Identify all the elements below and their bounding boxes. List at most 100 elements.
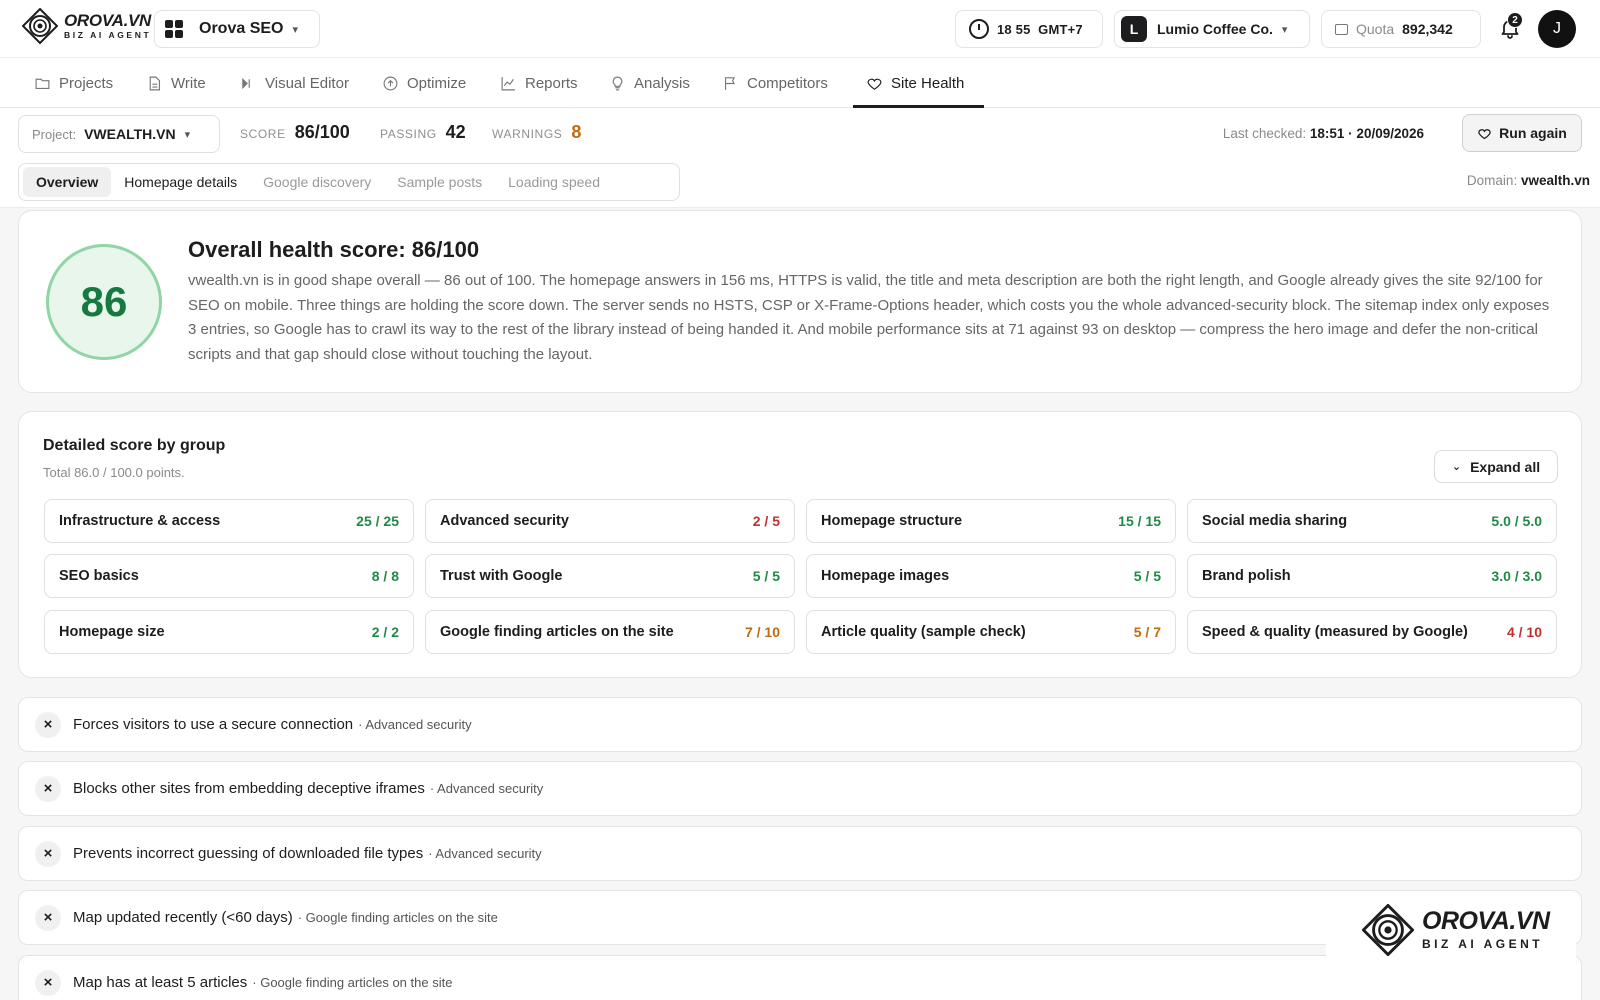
subtab-overview[interactable]: Overview	[23, 167, 112, 197]
group-score: 5.0 / 5.0	[1491, 513, 1542, 529]
subtab-homepage-details[interactable]: Homepage details	[111, 167, 250, 197]
group-brand-polish[interactable]: Brand polish 3.0 / 3.0	[1187, 554, 1557, 598]
group-advanced-security[interactable]: Advanced security 2 / 5	[425, 499, 795, 543]
run-again-button[interactable]: Run again	[1462, 114, 1582, 152]
group-name: Homepage size	[59, 624, 165, 640]
notification-count-badge: 2	[1507, 12, 1523, 28]
group-name: Social media sharing	[1202, 513, 1348, 529]
org-name: Lumio Coffee Co.	[1157, 21, 1273, 37]
check-group: · Google finding articles on the site	[252, 975, 453, 990]
top-bar: OROVA.VN BIZ AI AGENT Orova SEO ▾ 18 55 …	[0, 0, 1600, 58]
health-summary-card: 86 Overall health score: 86/100 vwealth.…	[18, 210, 1582, 393]
run-again-label: Run again	[1499, 125, 1567, 141]
subtab-google-discovery[interactable]: Google discovery	[250, 167, 384, 197]
nav-analysis[interactable]: Analysis	[609, 58, 690, 108]
check-group: · Advanced security	[358, 717, 472, 732]
orova-logo-icon	[1362, 904, 1414, 956]
group-homepage-size[interactable]: Homepage size 2 / 2	[44, 610, 414, 654]
brand-tagline: BIZ AI AGENT	[64, 30, 152, 41]
timezone-clock[interactable]: 18 55 GMT+7	[955, 10, 1103, 48]
group-homepage-structure[interactable]: Homepage structure 15 / 15	[806, 499, 1176, 543]
group-score: 8 / 8	[371, 568, 399, 584]
apps-grid-icon	[165, 20, 183, 38]
check-title: Map has at least 5 articles	[73, 974, 248, 991]
expand-all-label: Expand all	[1470, 458, 1541, 475]
group-social-sharing[interactable]: Social media sharing 5.0 / 5.0	[1187, 499, 1557, 543]
nav-site-health[interactable]: Site Health	[866, 58, 964, 108]
nav-competitors[interactable]: Competitors	[722, 58, 828, 108]
groups-title: Detailed score by group	[43, 437, 226, 454]
group-name: Advanced security	[440, 513, 569, 529]
group-score: 2 / 5	[752, 513, 780, 529]
close-icon: ×	[35, 969, 61, 996]
document-icon	[149, 76, 161, 90]
site-health-toolbar: Project: VWEALTH.VN ▾ SCORE 86/100 PASSI…	[0, 108, 1600, 208]
quota-value: 892,342	[1402, 21, 1453, 37]
last-checked-label: Last checked:	[1222, 126, 1307, 141]
warnings-label: WARNINGS	[492, 127, 563, 141]
chevron-down-icon: ▾	[292, 23, 299, 36]
group-scores-card: Detailed score by group Total 86.0 / 100…	[18, 411, 1582, 678]
quota-display[interactable]: Quota 892,342	[1321, 10, 1481, 48]
group-name: Trust with Google	[440, 568, 563, 584]
group-trust-google[interactable]: Trust with Google 5 / 5	[425, 554, 795, 598]
heart-icon	[867, 78, 882, 90]
group-homepage-images[interactable]: Homepage images 5 / 5	[806, 554, 1176, 598]
orova-logo-icon	[22, 8, 58, 44]
group-name: Homepage structure	[821, 513, 963, 529]
expand-all-button[interactable]: ⌄ Expand all	[1434, 450, 1558, 483]
failed-check-item[interactable]: × Prevents incorrect guessing of downloa…	[18, 826, 1582, 881]
chevron-down-icon: ⌄	[1451, 461, 1462, 473]
check-group: · Advanced security	[428, 846, 542, 861]
group-name: Article quality (sample check)	[821, 624, 1026, 640]
group-google-finding-articles[interactable]: Google finding articles on the site 7 / …	[425, 610, 795, 654]
brand-logo[interactable]: OROVA.VN BIZ AI AGENT	[22, 8, 151, 44]
warnings-stat: WARNINGS 8	[492, 122, 581, 143]
group-score: 25 / 25	[356, 513, 399, 529]
main-nav: Projects Write Visual Editor Optimize Re…	[0, 58, 1600, 108]
subtab-sample-posts[interactable]: Sample posts	[384, 167, 495, 197]
group-score: 5 / 5	[752, 568, 780, 584]
group-name: SEO basics	[59, 568, 139, 584]
group-score: 2 / 2	[371, 624, 399, 640]
nav-projects[interactable]: Projects	[34, 58, 113, 108]
nav-label: Site Health	[891, 74, 965, 92]
arrow-up-circle-icon	[383, 76, 398, 90]
organization-selector[interactable]: L Lumio Coffee Co. ▾	[1114, 10, 1310, 48]
group-name: Infrastructure & access	[59, 513, 221, 529]
subtab-loading-speed[interactable]: Loading speed	[495, 167, 613, 197]
app-switcher[interactable]: Orova SEO ▾	[154, 10, 320, 48]
project-label: Project:	[32, 126, 77, 142]
check-title: Map updated recently (<60 days)	[73, 909, 293, 926]
nav-reports[interactable]: Reports	[500, 58, 578, 108]
project-selector[interactable]: Project: VWEALTH.VN ▾	[18, 115, 220, 153]
nav-visual-editor[interactable]: Visual Editor	[240, 58, 349, 108]
domain-value: vwealth.vn	[1520, 173, 1590, 188]
watermark-name: OROVA.VN	[1422, 907, 1550, 935]
group-name: Homepage images	[821, 568, 950, 584]
brand-name: OROVA.VN	[64, 11, 152, 31]
group-article-quality[interactable]: Article quality (sample check) 5 / 7	[806, 610, 1176, 654]
failed-check-item[interactable]: × Blocks other sites from embedding dece…	[18, 761, 1582, 816]
group-speed-quality[interactable]: Speed & quality (measured by Google) 4 /…	[1187, 610, 1557, 654]
heart-icon	[1478, 128, 1491, 139]
site-health-subtabs: Overview Homepage details Google discove…	[18, 163, 680, 201]
nav-write[interactable]: Write	[146, 58, 206, 108]
check-group: · Google finding articles on the site	[297, 910, 498, 925]
close-icon: ×	[35, 775, 61, 802]
group-infrastructure[interactable]: Infrastructure & access 25 / 25	[44, 499, 414, 543]
folder-icon	[35, 78, 50, 89]
groups-subtitle: Total 86.0 / 100.0 points.	[43, 465, 185, 480]
nav-optimize[interactable]: Optimize	[382, 58, 466, 108]
last-checked: Last checked: 18:51 · 20/09/2026	[1223, 126, 1424, 141]
group-name: Speed & quality (measured by Google)	[1202, 624, 1468, 640]
health-score-circle: 86	[46, 244, 162, 360]
nav-label: Visual Editor	[265, 74, 349, 92]
line-chart-icon	[501, 76, 515, 90]
user-avatar[interactable]: J	[1538, 10, 1576, 48]
brand-watermark: OROVA.VN BIZ AI AGENT	[1326, 895, 1576, 965]
nav-label: Projects	[59, 74, 114, 92]
failed-check-item[interactable]: × Forces visitors to use a secure connec…	[18, 697, 1582, 752]
group-seo-basics[interactable]: SEO basics 8 / 8	[44, 554, 414, 598]
group-name: Google finding articles on the site	[440, 624, 674, 640]
